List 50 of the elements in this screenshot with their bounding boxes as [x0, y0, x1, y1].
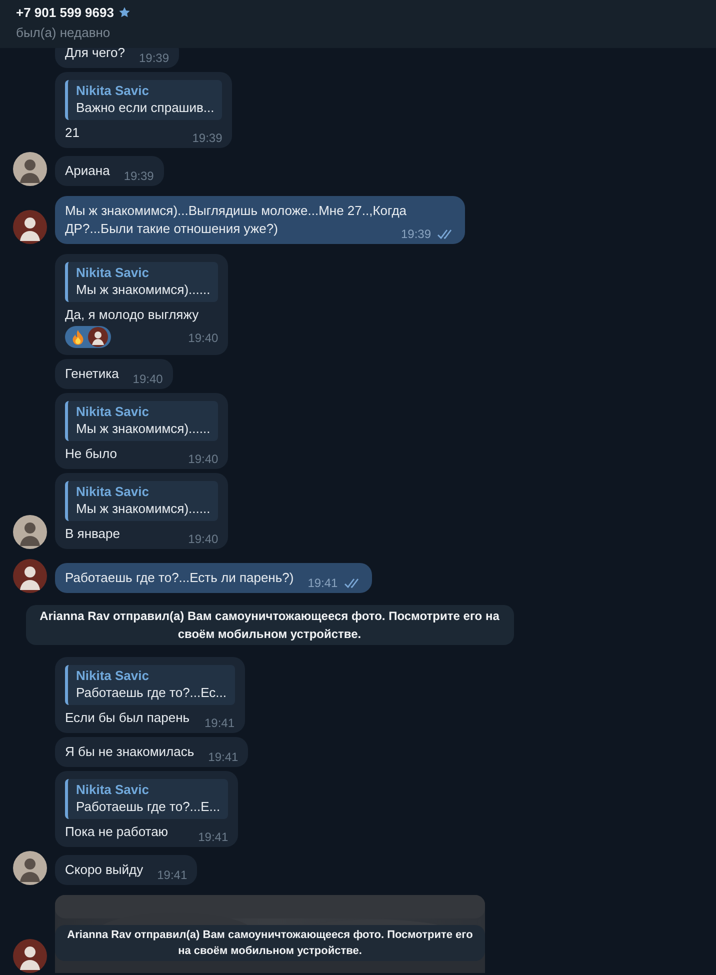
message-time: 19:39 — [124, 168, 154, 185]
message-text: Генетика — [65, 366, 119, 381]
reply-text: Мы ж знакомимся)...... — [76, 282, 210, 298]
reply-quote[interactable]: Nikita Savic Важно если спрашив... — [65, 80, 222, 120]
reply-text: Мы ж знакомимся)...... — [76, 501, 210, 517]
message-text: Я бы не знакомилась — [65, 744, 194, 759]
reply-quote[interactable]: Nikita Savic Работаешь где то?...Ес... — [65, 665, 234, 705]
service-message: Arianna Rav отправил(а) Вам самоуничтожающееся фото. Посмотрите его на своём мобильном устройстве. — [26, 605, 514, 645]
service-message: Arianna Rav отправил(а) Вам самоуничтожающееся фото. Посмотрите его на своём мобильном устройстве. — [55, 925, 485, 961]
fire-icon — [71, 329, 85, 345]
message-text: Для чего? — [65, 45, 125, 60]
message-text: 21 — [65, 125, 80, 140]
message-time: 19:41 — [157, 867, 188, 884]
message-text: Не было — [65, 446, 117, 461]
message-time: 19:39 — [192, 130, 222, 147]
reply-text: Работаешь где то?...Е... — [76, 799, 220, 815]
message-text: Работаешь где то?...Есть ли парень?) — [65, 570, 294, 585]
message-time: 19:41 — [198, 829, 228, 846]
message-time: 19:39 — [400, 226, 431, 243]
avatar — [88, 327, 108, 347]
reply-author: Nikita Savic — [76, 404, 150, 420]
reply-quote[interactable]: Nikita Savic Мы ж знакомимся)...... — [65, 262, 218, 302]
message-time: 19:40 — [188, 330, 218, 347]
reply-text: Важно если спрашив... — [76, 100, 214, 116]
reply-text: Работаешь где то?...Ес... — [76, 685, 226, 701]
reaction-pill[interactable] — [65, 326, 111, 348]
reply-author: Nikita Savic — [76, 668, 150, 684]
message-time: 19:41 — [208, 749, 238, 766]
last-seen-status: был(а) недавно — [16, 25, 112, 40]
reply-quote[interactable]: Nikita Savic Работаешь где то?...Е... — [65, 779, 228, 819]
message-time: 19:41 — [204, 715, 234, 732]
message-time: 19:40 — [188, 531, 218, 548]
message-text: Скоро выйду — [65, 862, 144, 877]
reply-author: Nikita Savic — [76, 265, 150, 281]
reply-author: Nikita Savic — [76, 83, 150, 99]
message-time: 19:40 — [132, 371, 163, 388]
reply-text: Мы ж знакомимся)...... — [76, 421, 210, 437]
reply-quote[interactable]: Nikita Savic Мы ж знакомимся)...... — [65, 481, 218, 521]
reply-author: Nikita Savic — [76, 484, 150, 500]
message-time: 19:39 — [138, 50, 169, 67]
message-text: Пока не работаю — [65, 824, 168, 839]
reply-author: Nikita Savic — [76, 782, 150, 798]
contact-name: +7 901 599 9693 — [16, 5, 114, 20]
message-time: 19:40 — [188, 451, 218, 468]
message-text: В январе — [65, 526, 120, 541]
message-text: Ариана — [65, 163, 110, 178]
message-time: 19:41 — [308, 575, 338, 592]
reply-quote[interactable]: Nikita Savic Мы ж знакомимся)...... — [65, 401, 218, 441]
message-text: Да, я молодо выгляжу — [65, 307, 199, 322]
message-text: Если бы был парень — [65, 710, 190, 725]
